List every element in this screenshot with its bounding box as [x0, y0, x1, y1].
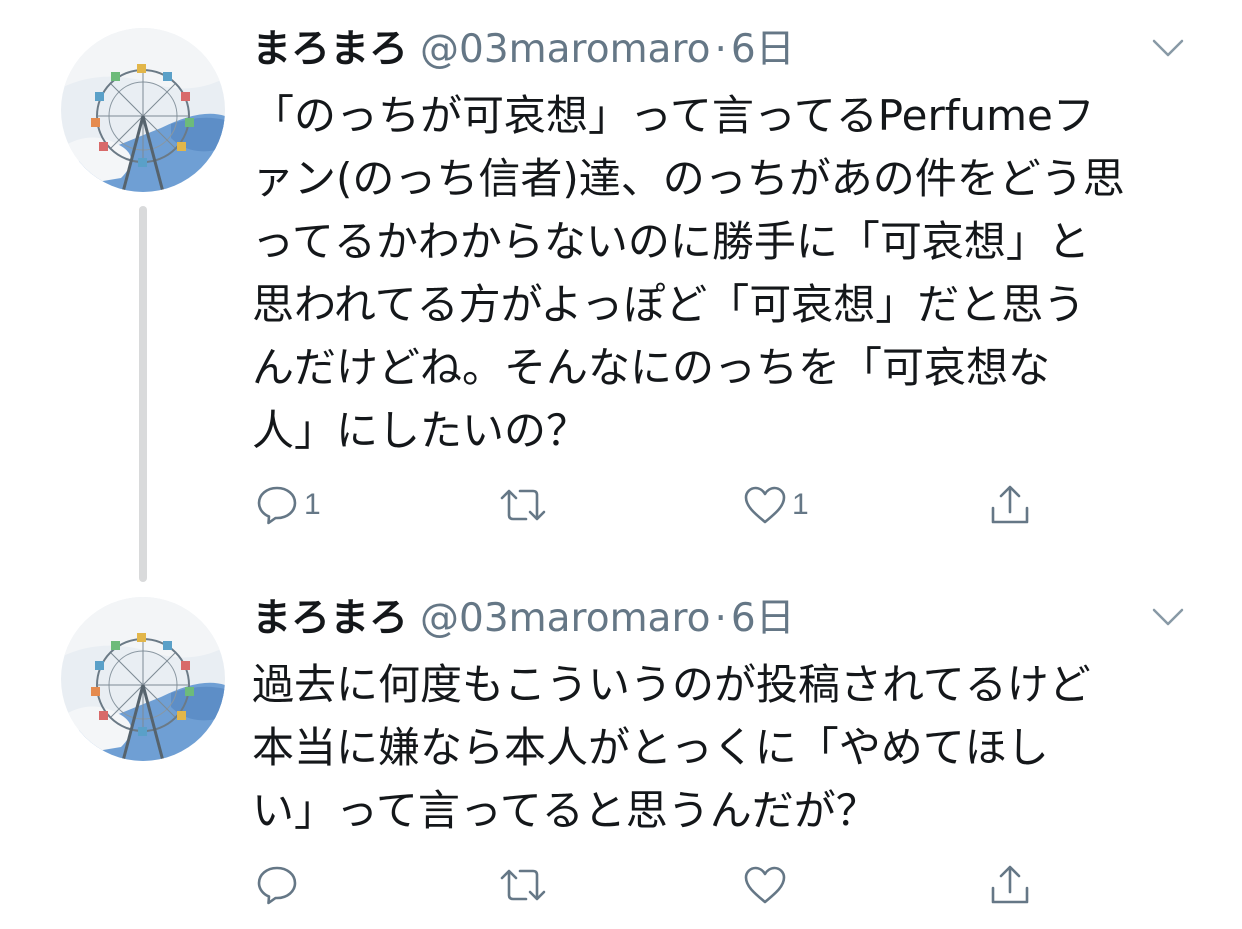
share-button[interactable]	[987, 860, 1033, 910]
retweet-button[interactable]	[496, 480, 554, 530]
reply-icon	[257, 486, 297, 525]
reply-count: 1	[304, 488, 321, 521]
tweet-text-line: ってるかわからないのに勝手に「可哀想」と	[252, 217, 1090, 266]
like-button[interactable]	[742, 860, 792, 910]
display-name[interactable]: まろまろ	[252, 596, 408, 641]
heart-icon	[744, 866, 786, 904]
tweet-actions	[250, 860, 1050, 910]
tweet-text-line: 本当に嫌なら本人がとっくに「やめてほし	[252, 723, 1049, 772]
tweet-header: まろまろ @03maromaro · 6日	[252, 20, 795, 80]
thread-line	[139, 206, 147, 582]
timestamp[interactable]: 6日	[731, 27, 795, 72]
tweet-header: まろまろ @03maromaro · 6日	[252, 589, 795, 649]
heart-icon	[744, 486, 786, 524]
tweet-text-line: 過去に何度もこういうのが投稿されてるけど	[252, 660, 1091, 709]
like-count: 1	[792, 488, 809, 521]
avatar[interactable]	[61, 597, 225, 761]
tweet-text-line: 人」にしたいの？	[252, 406, 589, 455]
display-name[interactable]: まろまろ	[252, 27, 408, 72]
reply-button[interactable]: 1	[254, 480, 321, 530]
tweet-text-line: 「のっちが可哀想」って言ってるPerfumeフ	[252, 91, 1095, 140]
tweet-text-line: い」って言ってると思うんだが？	[252, 786, 878, 835]
tweet-text-line: ァン(のっち信者)達、のっちがあの件をどう思	[252, 154, 1125, 203]
avatar[interactable]	[61, 28, 225, 192]
tweet-actions: 1 1	[250, 480, 1050, 530]
handle[interactable]: @03maromaro	[420, 27, 710, 72]
retweet-icon	[500, 869, 546, 901]
tweet-text: 「のっちが可哀想」って言ってるPerfumeフ ァン(のっち信者)達、のっちがあ…	[252, 84, 1212, 462]
separator-dot: ·	[714, 27, 727, 72]
ferris-wheel-avatar-icon	[61, 597, 225, 761]
more-options-button[interactable]	[1148, 605, 1188, 629]
timestamp[interactable]: 6日	[731, 596, 795, 641]
reply-icon	[257, 866, 297, 905]
ferris-wheel-avatar-icon	[61, 28, 225, 192]
chevron-down-icon	[1152, 608, 1184, 626]
handle[interactable]: @03maromaro	[420, 596, 710, 641]
separator-dot: ·	[714, 596, 727, 641]
retweet-button[interactable]	[496, 860, 554, 910]
tweet-text-line: 思われてる方がよっぽど「可哀想」だと思う	[252, 280, 1086, 329]
chevron-down-icon	[1152, 39, 1184, 57]
tweet-text-line: んだけどね。そんなにのっちを「可哀想な	[252, 343, 1051, 392]
share-icon	[991, 485, 1029, 524]
share-button[interactable]	[987, 480, 1033, 530]
tweet-text: 過去に何度もこういうのが投稿されてるけど 本当に嫌なら本人がとっくに「やめてほし…	[252, 653, 1212, 842]
tweet[interactable]: まろまろ @03maromaro · 6日 「のっちが可哀想」って言ってるPerfum…	[0, 0, 1242, 582]
retweet-icon	[500, 489, 546, 521]
more-options-button[interactable]	[1148, 36, 1188, 60]
reply-button[interactable]	[254, 860, 304, 910]
share-icon	[991, 865, 1029, 904]
like-button[interactable]: 1	[742, 480, 809, 530]
